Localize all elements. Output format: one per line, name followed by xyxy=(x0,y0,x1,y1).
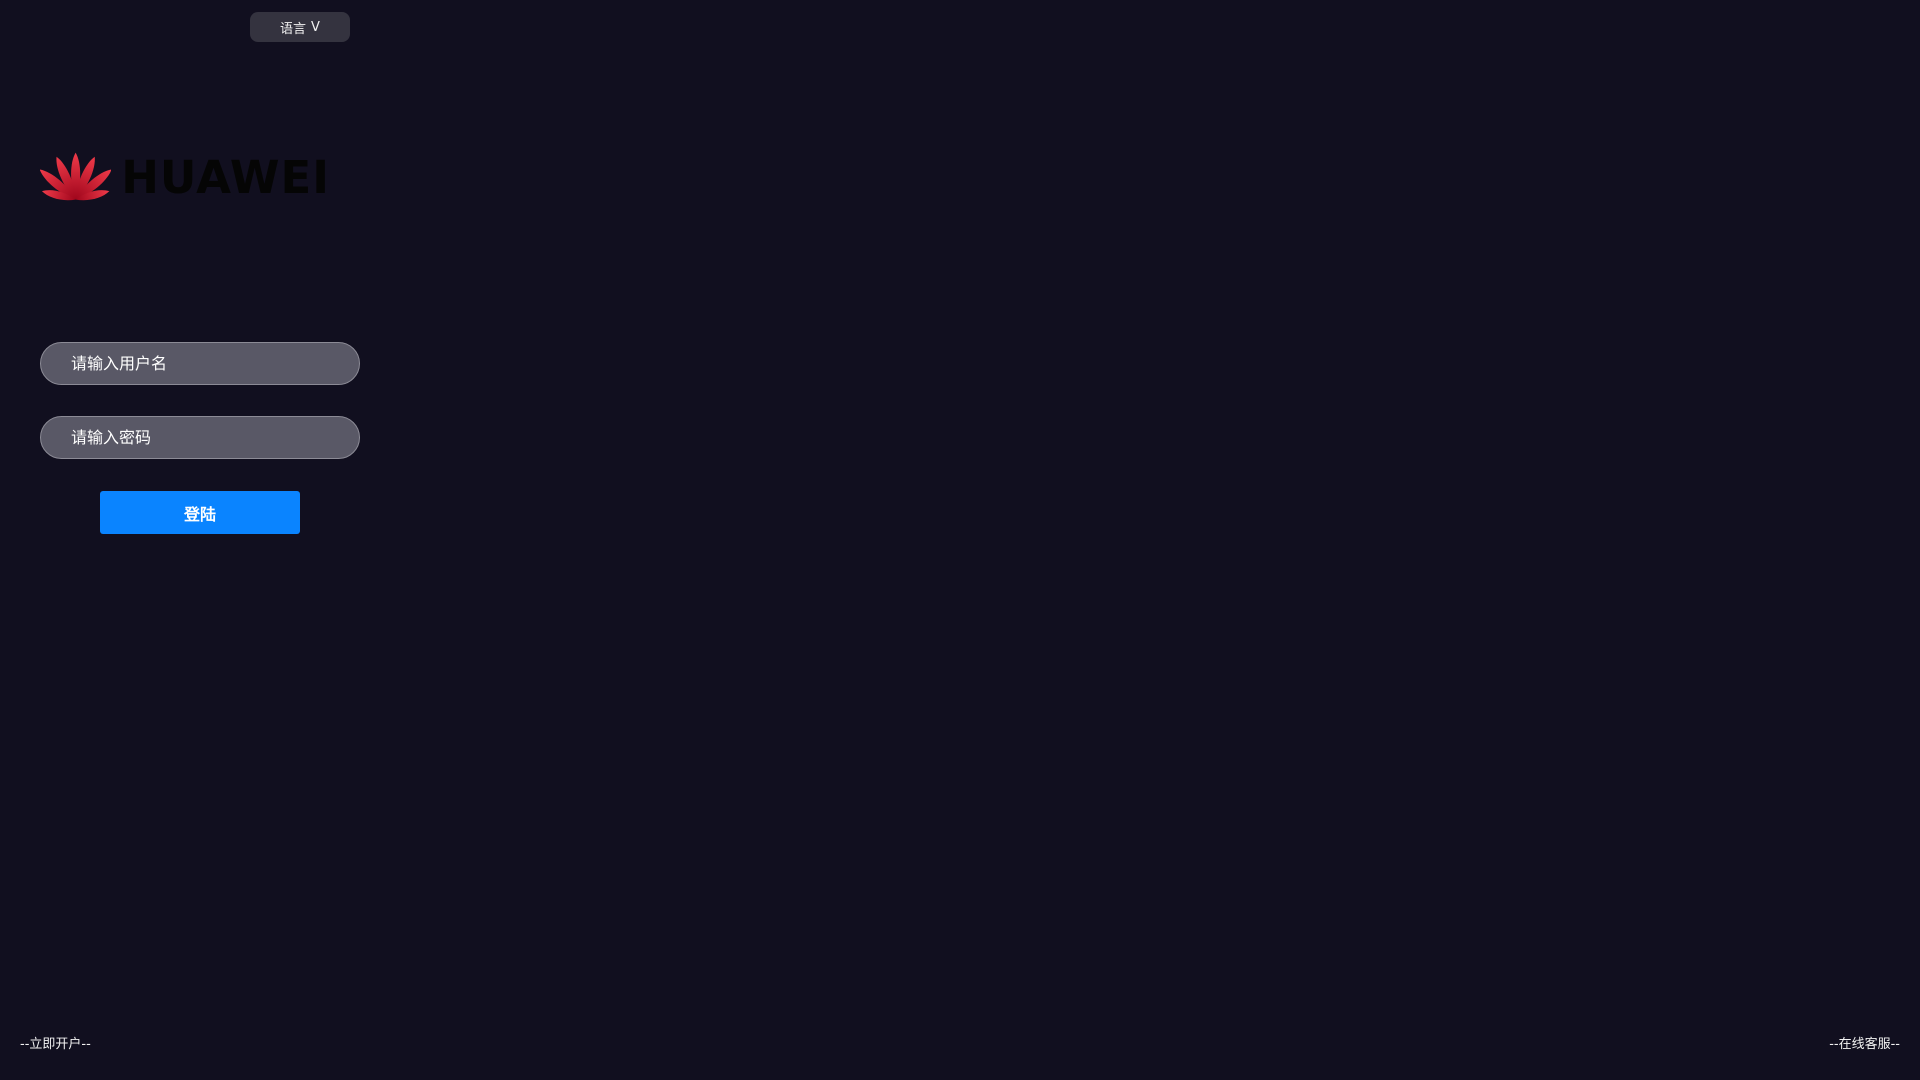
customer-service-link[interactable]: --在线客服-- xyxy=(1829,1033,1900,1052)
brand-wordmark: HUAWEI xyxy=(121,150,330,204)
login-button[interactable]: 登陆 xyxy=(100,491,300,534)
username-field[interactable] xyxy=(40,342,360,385)
login-page: 语言 V HUAWEI 请输入用户名 登陆 --立即开户-- --在线客服-- xyxy=(0,0,1920,1080)
password-input[interactable] xyxy=(71,428,329,447)
login-button-label: 登陆 xyxy=(183,504,216,524)
brand-logo: HUAWEI xyxy=(40,142,330,212)
password-field[interactable] xyxy=(40,416,360,459)
huawei-flower-icon xyxy=(40,152,112,201)
language-label: 语言 xyxy=(280,21,307,37)
username-input[interactable] xyxy=(71,354,329,373)
language-selector-button[interactable]: 语言 V xyxy=(250,12,350,42)
chevron-down-icon: V xyxy=(311,19,320,35)
open-account-link[interactable]: --立即开户-- xyxy=(20,1033,91,1052)
